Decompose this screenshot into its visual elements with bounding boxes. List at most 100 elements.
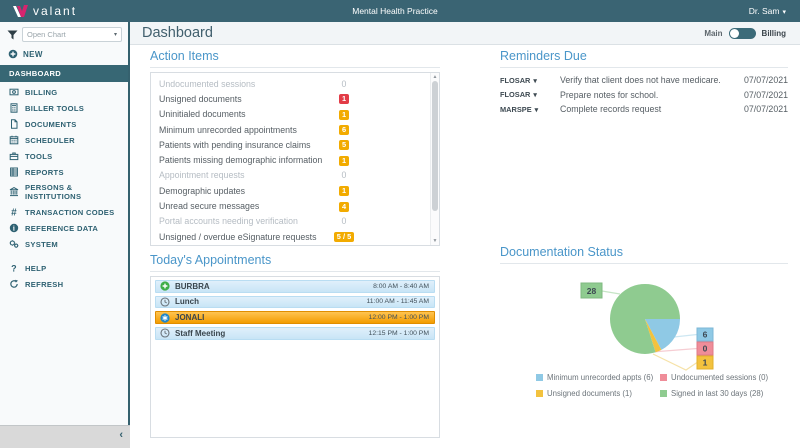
sidebar-item-reference-data[interactable]: i REFERENCE DATA bbox=[0, 220, 128, 236]
sidebar-item-scheduler[interactable]: SCHEDULER bbox=[0, 132, 128, 148]
svg-text:0: 0 bbox=[703, 344, 708, 354]
action-item-row[interactable]: Unsigned documents 1 bbox=[151, 91, 439, 106]
sidebar-item-system[interactable]: SYSTEM bbox=[0, 236, 128, 252]
action-item-row: Portal accounts needing verification 0 bbox=[151, 214, 439, 229]
recurring-icon bbox=[160, 313, 170, 323]
reminder-text: Verify that client does not have medicar… bbox=[560, 75, 736, 85]
open-chart-input[interactable] bbox=[27, 30, 114, 39]
refresh-icon bbox=[8, 279, 19, 289]
appointment-row[interactable]: Lunch 11:00 AM - 11:45 AM bbox=[155, 296, 435, 309]
toggle-knob bbox=[730, 29, 739, 38]
appointment-row[interactable]: BURBRA 8:00 AM - 8:40 AM bbox=[155, 280, 435, 293]
legend-swatch-blue bbox=[536, 374, 543, 381]
appointment-row[interactable]: Staff Meeting 12:15 PM - 1:00 PM bbox=[155, 327, 435, 340]
action-item-row: Appointment requests 0 bbox=[151, 168, 439, 183]
sidebar-item-label: HELP bbox=[25, 264, 46, 273]
sidebar-item-help[interactable]: ? HELP bbox=[0, 260, 128, 276]
sidebar-item-label: PERSONS & INSTITUTIONS bbox=[25, 183, 120, 201]
sidebar-item-documents[interactable]: DOCUMENTS bbox=[0, 116, 128, 132]
new-button[interactable]: NEW bbox=[0, 46, 128, 65]
appointment-row-selected[interactable]: JONALI 12:00 PM - 1:00 PM bbox=[155, 311, 435, 324]
valant-logo-icon bbox=[12, 5, 28, 18]
action-item-label: Uninitialed documents bbox=[159, 109, 327, 119]
appointment-time: 12:15 PM - 1:00 PM bbox=[369, 330, 429, 337]
checked-in-icon bbox=[160, 281, 170, 291]
scrollbar-thumb[interactable] bbox=[432, 81, 438, 211]
appointment-time: 12:00 PM - 1:00 PM bbox=[369, 314, 429, 321]
sidebar-item-transaction-codes[interactable]: # TRANSACTION CODES bbox=[0, 204, 128, 220]
action-item-row[interactable]: Unsigned / overdue eSignature requests 5… bbox=[151, 229, 439, 244]
sidebar-item-dashboard[interactable]: DASHBOARD bbox=[0, 65, 128, 82]
svg-text:1: 1 bbox=[703, 358, 708, 368]
info-icon: i bbox=[8, 223, 19, 233]
documentation-status-pie-chart: 28 6 0 1 bbox=[490, 264, 790, 386]
reminder-client-menu[interactable]: FLOSAR bbox=[500, 90, 560, 99]
legend-label: Unsigned documents (1) bbox=[547, 389, 632, 398]
callout-unsigned: 1 bbox=[697, 356, 713, 369]
main-billing-switch[interactable] bbox=[729, 28, 756, 39]
action-item-row[interactable]: Unread secure messages 4 bbox=[151, 198, 439, 213]
hash-icon: # bbox=[8, 207, 19, 217]
legend-item: Unsigned documents (1) bbox=[536, 389, 660, 398]
scrollbar[interactable]: ▲ ▼ bbox=[430, 73, 439, 245]
building-icon bbox=[8, 187, 19, 197]
action-item-row[interactable]: Uninitialed documents 1 bbox=[151, 107, 439, 122]
sidebar-item-persons-institutions[interactable]: PERSONS & INSTITUTIONS bbox=[0, 180, 128, 204]
sidebar-item-reports[interactable]: REPORTS bbox=[0, 164, 128, 180]
action-item-count: 0 bbox=[327, 170, 361, 180]
svg-text:i: i bbox=[12, 225, 14, 233]
action-item-row[interactable]: Demographic updates 1 bbox=[151, 183, 439, 198]
svg-text:?: ? bbox=[11, 263, 17, 273]
sidebar-item-label: TOOLS bbox=[25, 152, 53, 161]
action-item-row[interactable]: Patients missing demographic information… bbox=[151, 152, 439, 167]
action-item-label: Patients missing demographic information bbox=[159, 155, 327, 165]
svg-text:#: # bbox=[11, 208, 17, 217]
chevron-down-icon[interactable]: ▾ bbox=[114, 31, 117, 38]
appointments-title: Today's Appointments bbox=[150, 253, 440, 272]
open-chart-combobox[interactable]: ▾ bbox=[22, 27, 122, 42]
user-menu[interactable]: Dr. Sam bbox=[660, 6, 800, 16]
scroll-down-icon[interactable]: ▼ bbox=[431, 238, 439, 244]
callout-signed: 28 bbox=[581, 283, 602, 298]
count-badge: 5 bbox=[339, 140, 349, 150]
main-content: Action Items Undocumented sessions 0 Uns… bbox=[130, 45, 800, 448]
app-window: valant Mental Health Practice Dr. Sam ▾ … bbox=[0, 0, 800, 448]
collapse-sidebar-icon[interactable]: ‹ bbox=[119, 429, 123, 441]
count-badge: 5 / 5 bbox=[334, 232, 354, 242]
legend-swatch-green bbox=[660, 390, 667, 397]
appointment-name: Lunch bbox=[175, 297, 367, 306]
reminder-date: 07/07/2021 bbox=[736, 104, 788, 114]
count-badge: 1 bbox=[339, 186, 349, 196]
sidebar-item-label: REFRESH bbox=[25, 280, 63, 289]
legend-swatch-pink bbox=[660, 374, 667, 381]
pie-legend: Minimum unrecorded appts (6) Undocumente… bbox=[536, 373, 768, 398]
sidebar-item-label: BILLER TOOLS bbox=[25, 104, 84, 113]
svg-text:28: 28 bbox=[587, 286, 597, 296]
reminder-client-menu[interactable]: FLOSAR bbox=[500, 76, 560, 85]
action-item-label: Unsigned / overdue eSignature requests bbox=[159, 232, 327, 242]
sidebar-item-billing[interactable]: BILLING bbox=[0, 84, 128, 100]
billing-icon bbox=[8, 87, 19, 97]
legend-swatch-yellow bbox=[536, 390, 543, 397]
action-item-row[interactable]: Minimum unrecorded appointments 6 bbox=[151, 122, 439, 137]
action-item-label: Demographic updates bbox=[159, 186, 327, 196]
sidebar-item-tools[interactable]: TOOLS bbox=[0, 148, 128, 164]
appointment-time: 11:00 AM - 11:45 AM bbox=[367, 298, 429, 305]
callout-unrecorded: 6 bbox=[697, 328, 713, 341]
sidebar-item-label: TRANSACTION CODES bbox=[25, 208, 114, 217]
action-item-count: 0 bbox=[327, 79, 361, 89]
reminder-client-menu[interactable]: MARSPE bbox=[500, 105, 560, 114]
appointment-time: 8:00 AM - 8:40 AM bbox=[373, 283, 429, 290]
action-item-label: Minimum unrecorded appointments bbox=[159, 125, 327, 135]
sidebar-item-refresh[interactable]: REFRESH bbox=[0, 276, 128, 292]
action-item-label: Undocumented sessions bbox=[159, 79, 327, 89]
briefcase-icon bbox=[8, 151, 19, 161]
scroll-up-icon[interactable]: ▲ bbox=[431, 74, 439, 80]
action-item-row[interactable]: Patients with pending insurance claims 5 bbox=[151, 137, 439, 152]
sidebar-item-label: SYSTEM bbox=[25, 240, 58, 249]
sidebar-item-biller-tools[interactable]: BILLER TOOLS bbox=[0, 100, 128, 116]
action-item-label: Unsigned documents bbox=[159, 94, 327, 104]
count-badge: 6 bbox=[339, 125, 349, 135]
reminder-text: Complete records request bbox=[560, 104, 736, 114]
reminder-date: 07/07/2021 bbox=[736, 90, 788, 100]
